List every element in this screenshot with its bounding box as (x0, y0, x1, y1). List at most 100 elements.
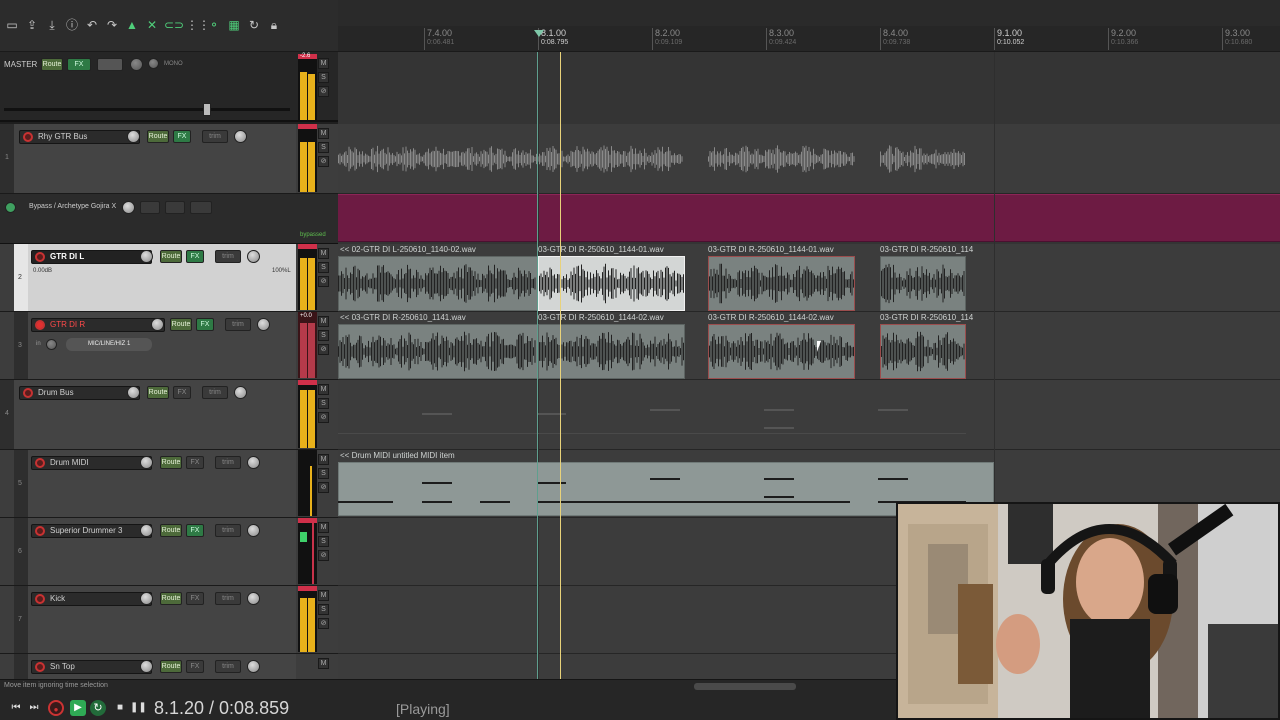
pan-knob[interactable] (247, 592, 260, 605)
play-button[interactable]: ▶ (70, 700, 86, 716)
track-name-field[interactable]: Superior Drummer 3 (31, 524, 152, 538)
fx-lane-env-mode-button[interactable] (140, 201, 160, 214)
track-sn-top[interactable]: Sn Top Route FX trim M (0, 654, 338, 679)
edit-cursor-marker-icon[interactable] (534, 30, 544, 37)
mute-solo-buttons[interactable]: M S ⊘ (318, 590, 330, 632)
track-name-field[interactable]: GTR DI R (31, 318, 165, 332)
track-name-field[interactable]: Rhy GTR Bus (19, 130, 140, 144)
trim-button[interactable]: trim (215, 456, 241, 469)
pan-knob[interactable] (247, 250, 260, 263)
fx-button[interactable]: FX (196, 318, 214, 331)
master-volume-slider[interactable] (4, 108, 290, 111)
record-arm-button[interactable] (35, 458, 45, 468)
record-arm-button[interactable] (35, 594, 45, 604)
input-select-dropdown[interactable]: MIC/LINE/HIZ 1 (66, 338, 152, 351)
fx-lane-arm-button[interactable] (165, 201, 185, 214)
mute-solo-buttons[interactable]: M S ⊘ (318, 248, 330, 290)
trim-button[interactable]: trim (215, 592, 241, 605)
track-name-field[interactable]: Drum Bus (19, 386, 140, 400)
track-name-field[interactable]: GTR DI L (31, 250, 152, 264)
pan-knob[interactable] (247, 660, 260, 673)
snap-icon[interactable]: ⚬ (206, 17, 222, 33)
record-arm-button[interactable] (35, 662, 45, 672)
metronome-icon[interactable]: ▲ (124, 17, 140, 33)
master-route-button[interactable]: Route (41, 58, 63, 71)
input-monitor-icon[interactable] (46, 339, 57, 350)
fx-button[interactable]: FX (186, 660, 204, 673)
fx-button[interactable]: FX (186, 250, 204, 263)
record-button[interactable]: ● (48, 700, 64, 716)
trim-button[interactable]: trim (202, 130, 228, 143)
timeline-ruler[interactable]: 7.4.00 0:06.481 8.1.00 0:08.795 8.2.00 0:09… (338, 26, 1280, 52)
horizontal-scrollbar[interactable] (694, 683, 796, 690)
time-position-display[interactable]: 8.1.20 / 0:08.859 (154, 698, 289, 719)
master-pan-knob[interactable] (130, 58, 143, 71)
grid-icon[interactable]: ⋮⋮ (186, 17, 210, 33)
mute-solo-buttons[interactable]: M S ⊘ (318, 128, 330, 170)
track-name-field[interactable]: Sn Top (31, 660, 152, 674)
route-button[interactable]: Route (147, 386, 169, 399)
redo-icon[interactable]: ↷ (104, 17, 120, 33)
link-icon[interactable]: ⊂⊃ (164, 17, 184, 33)
pan-knob[interactable] (234, 386, 247, 399)
record-arm-button[interactable] (35, 252, 45, 262)
undo-icon[interactable]: ↶ (84, 17, 100, 33)
volume-knob[interactable] (140, 660, 153, 673)
master-mono-icon[interactable] (148, 58, 159, 69)
auto-crossfade-icon[interactable]: ✕ (144, 17, 160, 33)
track-gtr-di-l[interactable]: 2 GTR DI L Route FX trim 0.00dB 100%L MS… (0, 244, 338, 312)
volume-knob[interactable] (140, 592, 153, 605)
trim-button[interactable]: trim (215, 524, 241, 537)
mute-solo-buttons[interactable]: M S ⊘ (318, 316, 330, 358)
fx-button[interactable]: FX (186, 592, 204, 605)
fx-button[interactable]: FX (186, 524, 204, 537)
fx-button[interactable]: FX (186, 456, 204, 469)
fx-envelope-lane[interactable] (338, 194, 1280, 242)
save-project-icon[interactable]: ⤓ (44, 17, 60, 33)
fx-bypass-toggle-icon[interactable] (5, 202, 16, 213)
track-drum-bus[interactable]: 4 Drum Bus Route FX trim M S ⊘ (0, 380, 338, 450)
record-arm-button[interactable] (23, 132, 33, 142)
mute-solo-buttons[interactable]: M S ⊘ (318, 384, 330, 426)
track-gtr-di-r[interactable]: 3 GTR DI R Route FX trim in MIC/LINE/HIZ… (0, 312, 338, 380)
master-mute-solo[interactable]: M S ⊘ (318, 58, 330, 100)
record-arm-button[interactable] (35, 320, 45, 330)
volume-knob[interactable] (140, 250, 153, 263)
go-to-end-icon[interactable]: ⏭ (26, 700, 42, 716)
track-drum-midi[interactable]: 5 Drum MIDI Route FX trim M S ⊘ (0, 450, 338, 518)
pan-knob[interactable] (247, 524, 260, 537)
track-rhy-gtr-bus[interactable]: 1 Rhy GTR Bus Route FX trim M S ⊘ (0, 124, 338, 194)
fx-lane-hide-button[interactable] (190, 201, 212, 214)
pause-button[interactable]: ❚❚ (130, 700, 147, 716)
volume-knob[interactable] (127, 130, 140, 143)
trim-button[interactable]: trim (215, 250, 241, 263)
volume-knob[interactable] (127, 386, 140, 399)
stop-button[interactable]: ■ (112, 700, 128, 716)
new-project-icon[interactable]: ▭ (4, 17, 20, 33)
trim-button[interactable]: trim (202, 386, 228, 399)
track-name-field[interactable]: Kick (31, 592, 152, 606)
pan-knob[interactable] (247, 456, 260, 469)
ripple-icon[interactable]: ↻ (246, 17, 262, 33)
route-button[interactable]: Route (160, 524, 182, 537)
master-fx-button[interactable]: FX (67, 58, 91, 71)
route-button[interactable]: Route (160, 660, 182, 673)
track-superior-drummer-3[interactable]: 6 Superior Drummer 3 Route FX trim M S ⊘ (0, 518, 338, 586)
record-arm-button[interactable] (35, 526, 45, 536)
volume-knob[interactable] (140, 524, 153, 537)
go-to-start-icon[interactable]: ⏮ (8, 700, 24, 716)
mute-solo-buttons[interactable]: M (318, 658, 330, 672)
project-settings-icon[interactable]: ⓘ (64, 17, 80, 33)
route-button[interactable]: Route (160, 592, 182, 605)
trim-button[interactable]: trim (215, 660, 241, 673)
fx-button[interactable]: FX (173, 386, 191, 399)
grid-lines-icon[interactable]: ▦ (226, 17, 242, 33)
volume-knob[interactable] (151, 318, 164, 331)
route-button[interactable]: Route (160, 456, 182, 469)
master-env-button[interactable] (97, 58, 123, 71)
mute-solo-buttons[interactable]: M S ⊘ (318, 454, 330, 496)
master-track[interactable]: MASTER Route FX MONO -2.6 M S ⊘ (0, 52, 338, 122)
fx-button[interactable]: FX (173, 130, 191, 143)
pan-knob[interactable] (234, 130, 247, 143)
master-volume-handle[interactable] (203, 103, 211, 116)
